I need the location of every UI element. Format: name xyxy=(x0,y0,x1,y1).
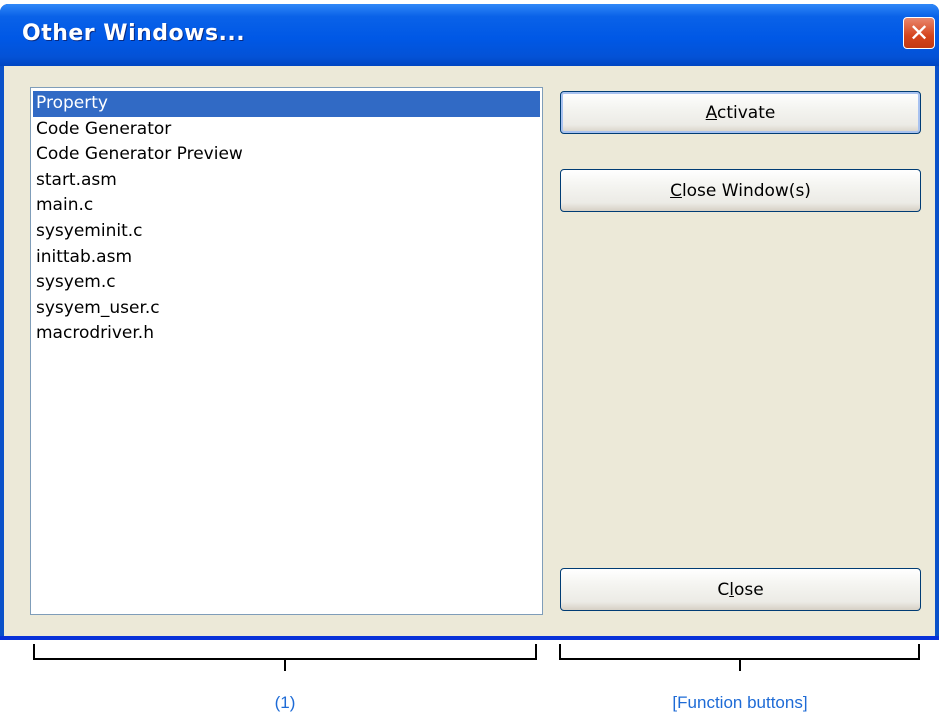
list-item[interactable]: Code Generator xyxy=(31,117,542,143)
list-item[interactable]: sysyem_user.c xyxy=(31,296,542,322)
dialog-body: Property Code Generator Code Generator Pre… xyxy=(4,66,935,636)
activate-mnemonic: A xyxy=(705,102,717,123)
close-button[interactable]: Close xyxy=(560,568,921,611)
close-label-pre: C xyxy=(717,579,730,600)
dialog-title: Other Windows... xyxy=(22,21,246,46)
list-item[interactable]: macrodriver.h xyxy=(31,321,542,347)
close-windows-button[interactable]: Close Window(s) xyxy=(560,169,921,212)
list-callout-label: (1) xyxy=(274,693,296,712)
list-item[interactable]: sysyeminit.c xyxy=(31,219,542,245)
list-item[interactable]: sysyem.c xyxy=(31,270,542,296)
activate-button[interactable]: Activate xyxy=(560,91,921,134)
close-icon[interactable]: ✕ xyxy=(903,17,935,49)
window-list[interactable]: Property Code Generator Code Generator Pre… xyxy=(30,87,543,615)
close-label-rest: ose xyxy=(733,579,764,600)
close-windows-mnemonic: C xyxy=(670,180,682,201)
activate-label: ctivate xyxy=(717,102,776,123)
list-item[interactable]: Property xyxy=(33,91,540,117)
list-item[interactable]: main.c xyxy=(31,193,542,219)
list-bracket-tick xyxy=(284,659,286,671)
list-item[interactable]: start.asm xyxy=(31,168,542,194)
close-windows-label: lose Window(s) xyxy=(681,180,811,201)
list-item[interactable]: Code Generator Preview xyxy=(31,142,542,168)
buttons-bracket xyxy=(559,644,920,660)
title-bar[interactable]: Other Windows... ✕ xyxy=(0,4,939,66)
window-bottom-border xyxy=(0,636,939,640)
other-windows-dialog: Other Windows... ✕ Property Code Generato… xyxy=(0,4,939,640)
buttons-callout-label: [Function buttons] xyxy=(672,693,808,712)
buttons-bracket-tick xyxy=(739,659,741,671)
list-bracket xyxy=(33,644,537,660)
list-item[interactable]: inittab.asm xyxy=(31,245,542,271)
